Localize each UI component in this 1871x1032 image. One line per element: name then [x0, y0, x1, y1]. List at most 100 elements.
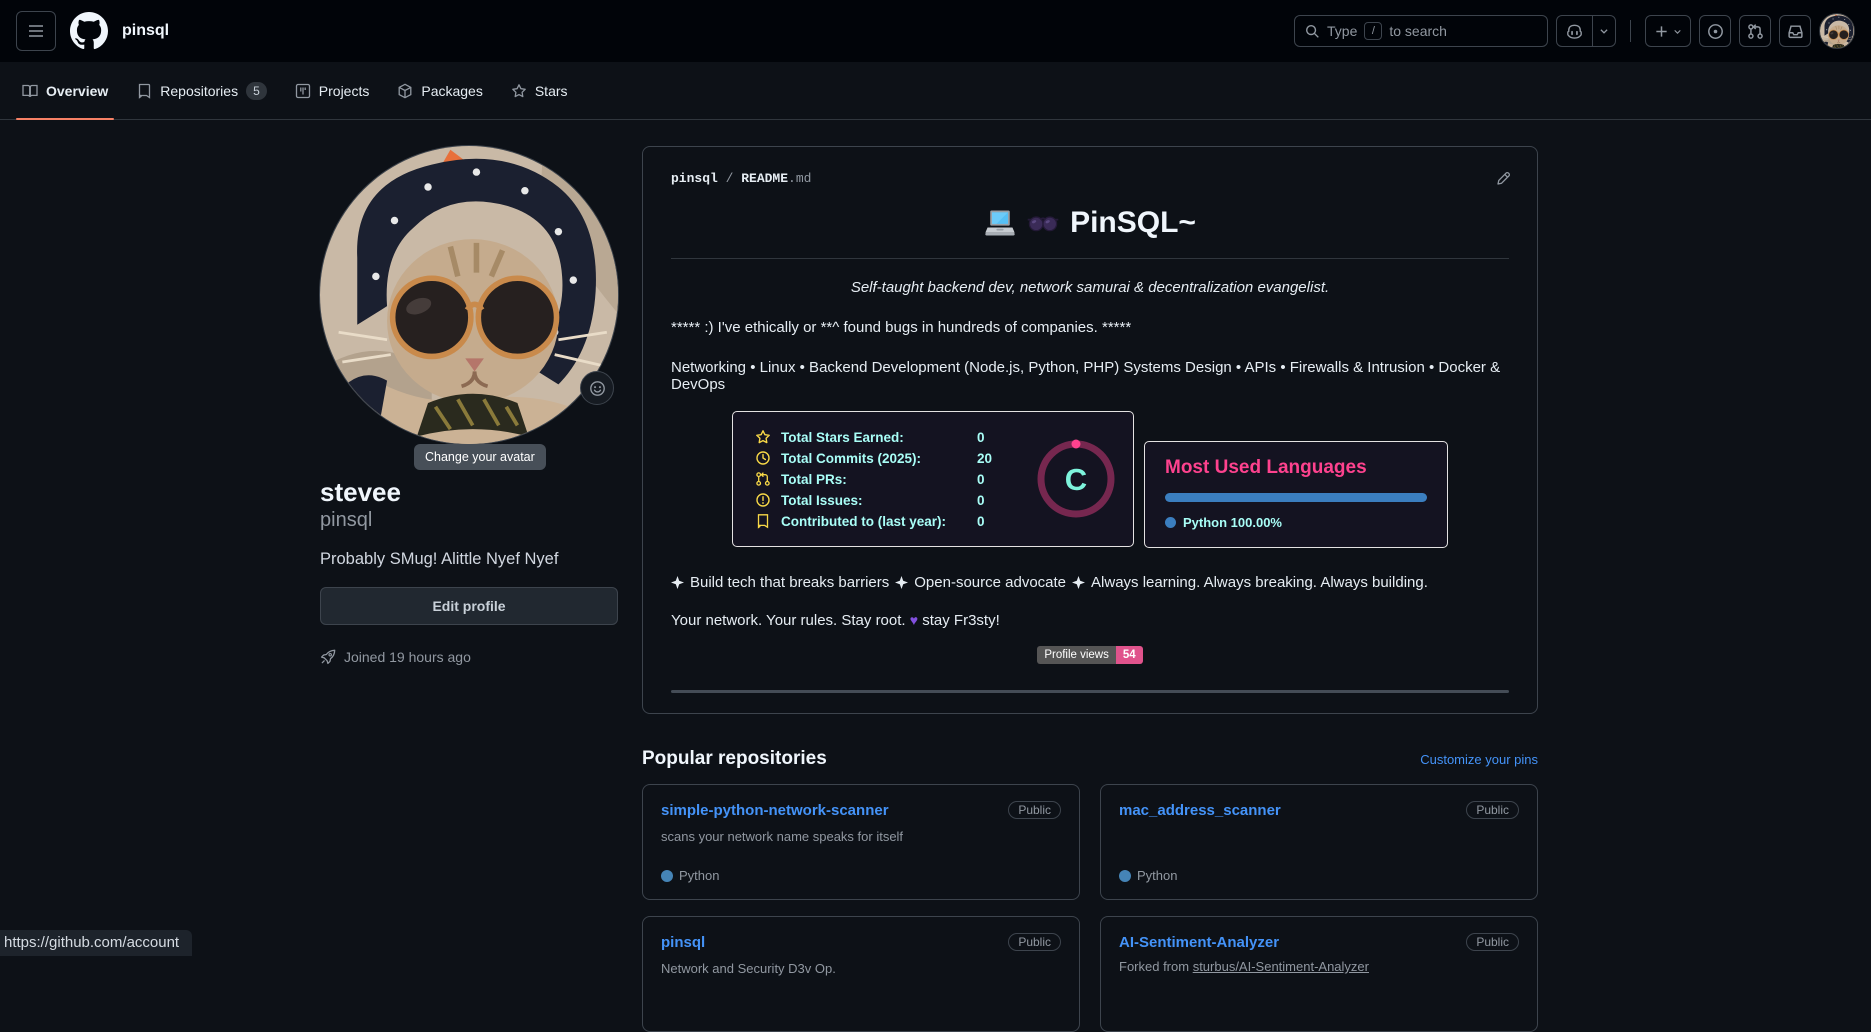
repositories-count-badge: 5 — [246, 82, 267, 100]
inbox-button[interactable] — [1779, 15, 1811, 47]
profile-tab-bar: Overview Repositories 5 Projects Package… — [0, 62, 1871, 120]
repo-language-row: Python — [661, 868, 1061, 883]
python-dot-icon — [1165, 517, 1176, 528]
edit-readme-button[interactable] — [1495, 171, 1511, 187]
tab-repositories[interactable]: Repositories 5 — [126, 62, 277, 119]
smiley-icon — [589, 380, 606, 397]
languages-card-title: Most Used Languages — [1165, 457, 1427, 479]
breadcrumb-repo[interactable]: pinsql — [671, 171, 718, 186]
set-status-button[interactable] — [580, 371, 614, 405]
readme-title-text: PinSQL~ — [1070, 206, 1196, 240]
repo-link[interactable]: mac_address_scanner — [1119, 802, 1281, 819]
rank-letter: C — [1065, 462, 1087, 497]
sparkle-icon — [671, 576, 684, 589]
sparkle-icon — [895, 576, 908, 589]
github-logo-icon[interactable] — [70, 12, 108, 50]
star-icon — [755, 429, 771, 445]
repo-link[interactable]: pinsql — [661, 934, 705, 951]
search-input[interactable]: Type / to search — [1294, 15, 1548, 47]
create-new-button[interactable] — [1645, 15, 1691, 47]
user-avatar[interactable] — [1819, 13, 1855, 49]
repo-description: Network and Security D3v Op. — [661, 961, 1061, 976]
stat-row: Total Issues: 0 — [755, 492, 1033, 508]
profile-username: pinsql — [320, 509, 618, 532]
copilot-button[interactable] — [1557, 16, 1593, 46]
readme-skills-line: Networking • Linux • Backend Development… — [671, 359, 1509, 393]
rank-ring: C — [1033, 436, 1119, 522]
package-icon — [397, 83, 413, 99]
header-divider — [1630, 20, 1631, 42]
readme-values-line: Build tech that breaks barriers Open-sou… — [671, 574, 1509, 591]
top-navigation-bar: pinsql Type / to search — [0, 0, 1871, 62]
issue-icon — [755, 492, 771, 508]
chevron-down-icon — [1673, 27, 1682, 36]
repo-card: pinsql Public Network and Security D3v O… — [642, 916, 1080, 1032]
repo-card: mac_address_scanner Public Python — [1100, 784, 1538, 900]
plus-icon — [1654, 24, 1669, 39]
github-stats-card: Total Stars Earned: 0 Total Commits (202… — [732, 411, 1134, 547]
repo-fork-line: Forked from sturbus/AI-Sentiment-Analyze… — [1119, 959, 1519, 974]
readme-breadcrumb: pinsql / README.md — [671, 171, 1509, 186]
public-badge: Public — [1008, 933, 1061, 951]
edit-profile-button[interactable]: Edit profile — [320, 587, 618, 625]
context-title: pinsql — [122, 22, 169, 40]
repo-grid: simple-python-network-scanner Public sca… — [642, 784, 1538, 1032]
hamburger-icon — [28, 23, 44, 39]
rocket-icon — [320, 649, 336, 665]
badge-row: Profile views 54 — [671, 645, 1509, 664]
stat-row: Total PRs: 0 — [755, 471, 1033, 487]
pull-request-icon — [1747, 23, 1764, 40]
copilot-dropdown-button[interactable] — [1593, 16, 1615, 46]
tab-packages[interactable]: Packages — [387, 62, 492, 119]
main-content: Change your avatar stevee pinsql Probabl… — [0, 120, 1871, 1032]
chevron-down-icon — [1599, 26, 1609, 36]
readme-title: PinSQL~ — [671, 206, 1509, 259]
stat-row: Total Commits (2025): 20 — [755, 450, 1033, 466]
profile-readme-card: pinsql / README.md — [642, 146, 1538, 714]
pull-requests-button[interactable] — [1739, 15, 1771, 47]
inbox-icon — [1787, 23, 1804, 40]
public-badge: Public — [1466, 933, 1519, 951]
most-used-languages-card: Most Used Languages Python 100.00% — [1144, 441, 1448, 548]
sparkle-icon — [1072, 576, 1085, 589]
tab-stars[interactable]: Stars — [501, 62, 578, 119]
search-placeholder-prefix: Type — [1327, 23, 1357, 39]
readme-network-line: Your network. Your rules. Stay root. ♥ s… — [671, 612, 1509, 629]
search-icon — [1305, 24, 1320, 39]
browser-status-url: https://github.com/account — [0, 930, 192, 956]
readme-subtitle: Self-taught backend dev, network samurai… — [671, 279, 1509, 296]
customize-pins-link[interactable]: Customize your pins — [1420, 752, 1538, 767]
python-language-bar — [1165, 493, 1427, 502]
readme-divider — [671, 690, 1509, 693]
joined-row: Joined 19 hours ago — [320, 649, 618, 665]
repo-link[interactable]: AI-Sentiment-Analyzer — [1119, 934, 1279, 951]
readme-line1: ***** :) I've ethically or **^ found bug… — [671, 319, 1509, 336]
stats-list: Total Stars Earned: 0 Total Commits (202… — [755, 424, 1033, 534]
fork-source-link[interactable]: sturbus/AI-Sentiment-Analyzer — [1193, 959, 1369, 974]
profile-avatar[interactable] — [320, 146, 618, 444]
star-icon — [511, 83, 527, 99]
tab-projects[interactable]: Projects — [285, 62, 380, 119]
change-avatar-tooltip[interactable]: Change your avatar — [414, 444, 546, 470]
search-placeholder-suffix: to search — [1389, 23, 1447, 39]
repo-card: AI-Sentiment-Analyzer Public Forked from… — [1100, 916, 1538, 1032]
repo-link[interactable]: simple-python-network-scanner — [661, 802, 889, 819]
issue-opened-icon — [1707, 23, 1724, 40]
copilot-button-group — [1556, 15, 1616, 47]
readme-stats-row: Total Stars Earned: 0 Total Commits (202… — [671, 411, 1509, 548]
profile-sidebar: Change your avatar stevee pinsql Probabl… — [320, 146, 618, 1032]
stat-row: Contributed to (last year): 0 — [755, 513, 1033, 529]
issues-button[interactable] — [1699, 15, 1731, 47]
hamburger-menu-button[interactable] — [16, 11, 56, 51]
copilot-icon — [1566, 23, 1583, 40]
dark-sunglasses-emoji — [1026, 213, 1060, 233]
tab-overview[interactable]: Overview — [12, 62, 118, 119]
repo-icon — [755, 513, 771, 529]
python-dot-icon — [1119, 870, 1131, 882]
breadcrumb-file: README — [741, 171, 788, 186]
profile-views-badge[interactable]: Profile views 54 — [1037, 646, 1142, 664]
avatar-container: Change your avatar — [320, 146, 618, 444]
projects-icon — [295, 83, 311, 99]
profile-main-column: pinsql / README.md — [642, 146, 1538, 1032]
public-badge: Public — [1466, 801, 1519, 819]
